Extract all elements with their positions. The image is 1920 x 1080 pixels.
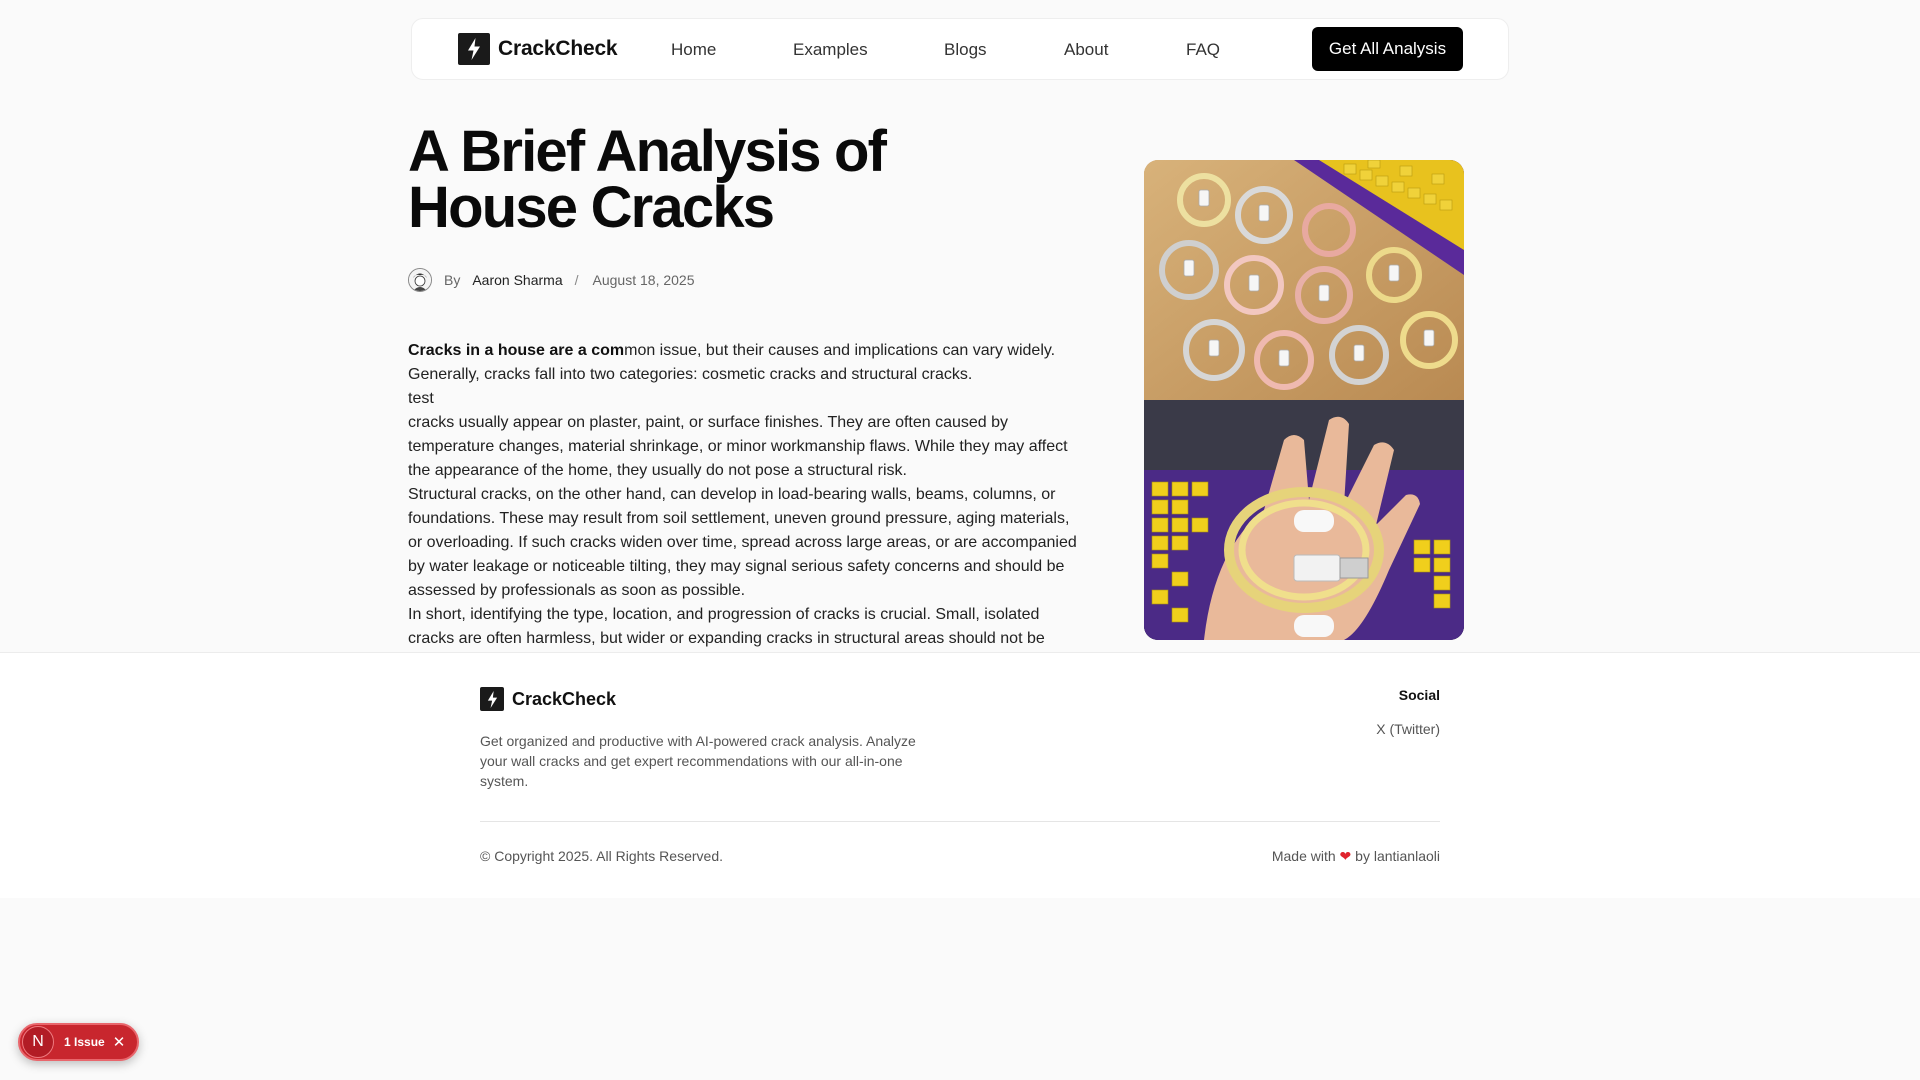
publish-date: August 18, 2025	[592, 272, 695, 288]
byline-label: By	[444, 272, 461, 288]
footer-made-with: Made with ❤ by lantianlaoli	[1272, 848, 1440, 865]
paragraph-bold-lead: Cracks in a house are a com	[408, 342, 625, 359]
article-meta: By Aaron Sharma / August 18, 2025	[408, 268, 695, 292]
footer-copyright: © Copyright 2025. All Rights Reserved.	[480, 848, 723, 864]
nav-link-faq[interactable]: FAQ	[1186, 40, 1220, 60]
made-with-suffix[interactable]: by lantianlaoli	[1355, 848, 1440, 864]
nav-link-about[interactable]: About	[1064, 40, 1108, 60]
top-navbar: CrackCheck Home Examples Blogs About FAQ…	[411, 18, 1509, 80]
site-footer: CrackCheck Get organized and productive …	[0, 652, 1920, 898]
paragraph: Cracks in a house are a common issue, bu…	[408, 339, 1088, 387]
paragraph: Structural cracks, on the other hand, ca…	[408, 486, 1077, 599]
avatar[interactable]	[408, 268, 432, 292]
brand-name: CrackCheck	[498, 37, 618, 60]
nav-link-examples[interactable]: Examples	[793, 40, 868, 60]
brand[interactable]: CrackCheck	[458, 33, 618, 65]
lightning-bolt-icon	[480, 687, 504, 711]
footer-brand-name: CrackCheck	[512, 688, 617, 709]
article-title-line-2: House Cracks	[408, 175, 775, 240]
article-title: A Brief Analysis of House Cracks	[408, 123, 1028, 237]
get-all-analysis-button[interactable]: Get All Analysis	[1312, 27, 1463, 71]
footer-description: Get organized and productive with AI-pow…	[480, 733, 916, 789]
meta-separator: /	[574, 272, 579, 288]
article-body: Cracks in a house are a common issue, bu…	[408, 339, 1088, 675]
devtools-logo-icon[interactable]: N	[22, 1026, 54, 1058]
footer-brand[interactable]: CrackCheck	[480, 687, 616, 711]
made-with-prefix: Made with	[1271, 848, 1336, 864]
article-image-cable-in-hand	[1144, 400, 1464, 640]
footer-divider	[480, 821, 1440, 822]
footer-link-twitter[interactable]: X (Twitter)	[1376, 721, 1440, 737]
nav-link-blogs[interactable]: Blogs	[944, 40, 987, 60]
article-image-cables-on-desk	[1144, 160, 1464, 400]
paragraph: cracks usually appear on plaster, paint,…	[408, 414, 1068, 479]
heart-icon: ❤	[1339, 848, 1352, 864]
paragraph: test	[408, 390, 434, 407]
issues-count[interactable]: 1 Issue	[64, 1035, 105, 1049]
footer-social-heading: Social	[1398, 687, 1440, 703]
lightning-bolt-icon	[458, 33, 490, 65]
nav-link-home[interactable]: Home	[671, 40, 716, 60]
close-icon[interactable]: ✕	[113, 1035, 126, 1050]
issues-badge[interactable]: N 1 Issue ✕	[18, 1023, 139, 1061]
author-name[interactable]: Aaron Sharma	[472, 272, 562, 288]
